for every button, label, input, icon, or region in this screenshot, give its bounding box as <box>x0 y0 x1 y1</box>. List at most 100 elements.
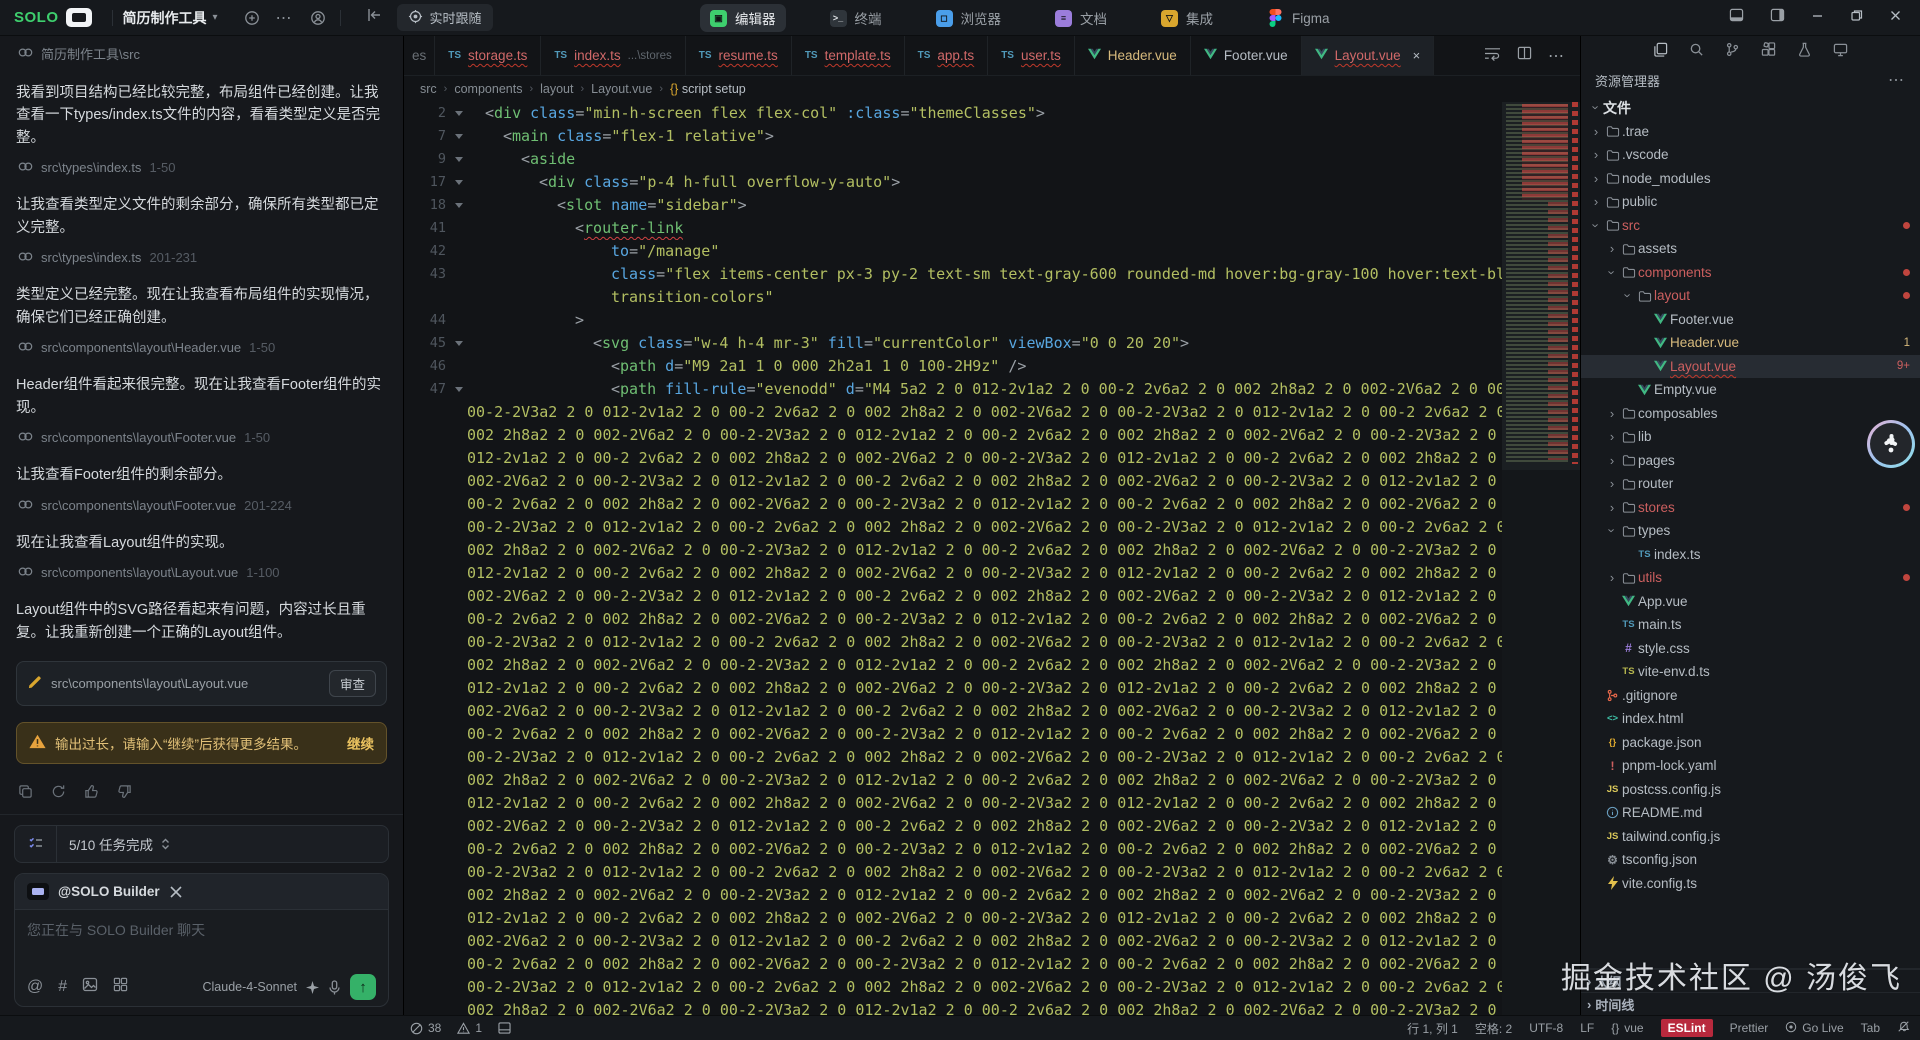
editor-tab-template.ts[interactable]: TStemplate.ts <box>792 36 905 75</box>
code-line[interactable]: 00-2-2V3a2 2 0 012-2v1a2 2 0 00-2 2v6a2 … <box>404 631 1502 654</box>
fold-icon[interactable] <box>450 171 467 194</box>
file-reference[interactable]: src\components\layout\Layout.vue1-100 <box>18 565 387 580</box>
tree-item-tsconfig.json[interactable]: ⚙tsconfig.json <box>1581 848 1920 872</box>
review-button[interactable]: 审查 <box>329 670 376 697</box>
code-line[interactable]: 2<div class="min-h-screen flex flex-col"… <box>404 102 1502 125</box>
search-icon[interactable] <box>1689 42 1704 62</box>
source-control-icon[interactable] <box>1725 42 1740 62</box>
code-line[interactable]: 41<router-link <box>404 217 1502 240</box>
code-line[interactable]: 002 2h8a2 2 0 002-2V6a2 2 0 00-2-2V3a2 2… <box>404 884 1502 907</box>
tree-item-vite-env.d.ts[interactable]: TSvite-env.d.ts <box>1581 660 1920 684</box>
collapse-panel-icon[interactable] <box>367 8 383 27</box>
mode-tab-终端[interactable]: >_终端 <box>820 4 892 32</box>
tree-item-public[interactable]: ›public <box>1581 190 1920 214</box>
breadcrumb-item[interactable]: src <box>420 82 437 96</box>
regenerate-icon[interactable] <box>51 784 66 804</box>
chevron-right-icon[interactable]: › <box>1605 241 1619 256</box>
tree-item-pnpm-lock.yaml[interactable]: !pnpm-lock.yaml <box>1581 754 1920 778</box>
code-line[interactable]: 002-2V6a2 2 0 00-2-2V3a2 2 0 012-2v1a2 2… <box>404 930 1502 953</box>
chevron-right-icon[interactable]: › <box>1589 124 1603 139</box>
remote-monitor-icon[interactable] <box>1833 42 1848 62</box>
chevron-right-icon[interactable]: › <box>1605 406 1619 421</box>
file-reference[interactable]: 简历制作工具\src <box>18 44 387 63</box>
code-editor[interactable]: 2<div class="min-h-screen flex flex-col"… <box>404 102 1502 1015</box>
sparkle-icon[interactable] <box>306 981 319 994</box>
tree-item-tailwind.config.js[interactable]: JStailwind.config.js <box>1581 825 1920 849</box>
chevron-right-icon[interactable]: › <box>1605 476 1619 491</box>
tree-item-components[interactable]: ›components <box>1581 261 1920 285</box>
mode-tab-文档[interactable]: ≡文档 <box>1045 4 1117 32</box>
tree-item-style.css[interactable]: #style.css <box>1581 637 1920 661</box>
tree-item-vite.config.ts[interactable]: vite.config.ts <box>1581 872 1920 896</box>
editor-tab-Footer.vue[interactable]: Footer.vue <box>1191 36 1302 75</box>
code-line[interactable]: 002-2V6a2 2 0 00-2-2V3a2 2 0 012-2v1a2 2… <box>404 585 1502 608</box>
close-tab-icon[interactable]: × <box>1413 48 1421 63</box>
fold-icon[interactable] <box>450 102 467 125</box>
file-reference[interactable]: src\components\layout\Header.vue1-50 <box>18 340 387 355</box>
editor-tab-Header.vue[interactable]: Header.vue <box>1075 36 1191 75</box>
status-行 1, 列 1[interactable]: 行 1, 列 1 <box>1407 1020 1458 1037</box>
tree-item-package.json[interactable]: {}package.json <box>1581 731 1920 755</box>
code-line[interactable]: 002 2h8a2 2 0 002-2V6a2 2 0 00-2-2V3a2 2… <box>404 769 1502 792</box>
tree-section-files[interactable]: ›文件 <box>1581 96 1920 120</box>
tree-item-postcss.config.js[interactable]: JSpostcss.config.js <box>1581 778 1920 802</box>
tree-item-index.ts[interactable]: TSindex.ts <box>1581 543 1920 567</box>
model-name[interactable]: Claude-4-Sonnet <box>202 980 297 994</box>
breadcrumb-symbol[interactable]: {} script setup <box>670 82 746 96</box>
breadcrumb-item[interactable]: components <box>454 82 522 96</box>
chat-input-box[interactable]: @SOLO Builder 您正在与 SOLO Builder 聊天 @ # C… <box>14 873 389 1007</box>
tree-item-.gitignore[interactable]: .gitignore <box>1581 684 1920 708</box>
breadcrumb-item[interactable]: Layout.vue <box>591 82 652 96</box>
tree-item-stores[interactable]: ›stores <box>1581 496 1920 520</box>
tree-item-Empty.vue[interactable]: Empty.vue <box>1581 378 1920 402</box>
code-line[interactable]: 012-2v1a2 2 0 00-2 2v6a2 2 0 002 2h8a2 2… <box>404 792 1502 815</box>
code-line[interactable]: 00-2-2V3a2 2 0 012-2v1a2 2 0 00-2 2v6a2 … <box>404 861 1502 884</box>
components-icon[interactable] <box>113 977 128 997</box>
send-button[interactable]: ↑ <box>350 974 376 1000</box>
fold-icon[interactable] <box>450 332 467 355</box>
fold-icon[interactable] <box>450 378 467 401</box>
tree-item-App.vue[interactable]: App.vue <box>1581 590 1920 614</box>
more-icon[interactable]: ⋯ <box>276 8 294 28</box>
breadcrumb-item[interactable]: layout <box>540 82 573 96</box>
code-line[interactable]: 47<path fill-rule="evenodd" d="M4 5a2 2 … <box>404 378 1502 401</box>
tree-item-Footer.vue[interactable]: Footer.vue <box>1581 308 1920 332</box>
code-line[interactable]: 00-2 2v6a2 2 0 002 2h8a2 2 0 002-2V6a2 2… <box>404 608 1502 631</box>
tree-item-layout[interactable]: ›layout <box>1581 284 1920 308</box>
explorer-more-icon[interactable]: ⋯ <box>1888 70 1906 90</box>
test-beaker-icon[interactable] <box>1797 42 1812 62</box>
tree-item-utils[interactable]: ›utils <box>1581 566 1920 590</box>
chevron-down-icon[interactable]: › <box>1589 101 1604 115</box>
chevron-right-icon[interactable]: › <box>1605 500 1619 515</box>
hash-icon[interactable]: # <box>58 978 67 996</box>
code-line[interactable]: 002-2V6a2 2 0 00-2-2V3a2 2 0 012-2v1a2 2… <box>404 700 1502 723</box>
live-follow-button[interactable]: 实时跟随 <box>397 4 493 31</box>
code-line[interactable]: 00-2-2V3a2 2 0 012-2v1a2 2 0 00-2 2v6a2 … <box>404 746 1502 769</box>
code-line[interactable]: 43class="flex items-center px-3 py-2 tex… <box>404 263 1502 286</box>
files-icon[interactable] <box>1653 42 1668 62</box>
edited-file-card[interactable]: src\components\layout\Layout.vue审查 <box>16 661 387 706</box>
problems-errors[interactable]: 38 <box>410 1021 441 1035</box>
chevron-right-icon[interactable]: › <box>1605 453 1619 468</box>
mode-tab-浏览器[interactable]: ◻浏览器 <box>926 4 1012 32</box>
chevron-down-icon[interactable]: › <box>1605 265 1620 279</box>
code-line[interactable]: transition-colors" <box>404 286 1502 309</box>
code-line[interactable]: 002 2h8a2 2 0 002-2V6a2 2 0 00-2-2V3a2 2… <box>404 539 1502 562</box>
chevron-down-icon[interactable]: › <box>1605 524 1620 538</box>
editor-tab-es[interactable]: es <box>404 36 435 75</box>
code-line[interactable]: 00-2 2v6a2 2 0 002 2h8a2 2 0 002-2V6a2 2… <box>404 953 1502 976</box>
code-line[interactable]: 002-2V6a2 2 0 00-2-2V3a2 2 0 012-2v1a2 2… <box>404 470 1502 493</box>
file-reference[interactable]: src\types\index.ts201-231 <box>18 250 387 265</box>
restore-icon[interactable] <box>1850 9 1863 27</box>
code-line[interactable]: 012-2v1a2 2 0 00-2 2v6a2 2 0 002 2h8a2 2… <box>404 447 1502 470</box>
chevron-right-icon[interactable]: › <box>1605 429 1619 444</box>
status-UTF-8[interactable]: UTF-8 <box>1529 1021 1563 1035</box>
mention-icon[interactable]: @ <box>27 978 43 996</box>
editor-tab-storage.ts[interactable]: TSstorage.ts <box>435 36 541 75</box>
tree-item-README.md[interactable]: README.md <box>1581 801 1920 825</box>
task-progress-bar[interactable]: 5/10 任务完成 <box>14 825 389 863</box>
status-bell-slash[interactable] <box>1897 1020 1910 1036</box>
code-line[interactable]: 7<main class="flex-1 relative"> <box>404 125 1502 148</box>
file-reference[interactable]: src\components\layout\Footer.vue1-50 <box>18 430 387 445</box>
tree-item-index.html[interactable]: <>index.html <box>1581 707 1920 731</box>
